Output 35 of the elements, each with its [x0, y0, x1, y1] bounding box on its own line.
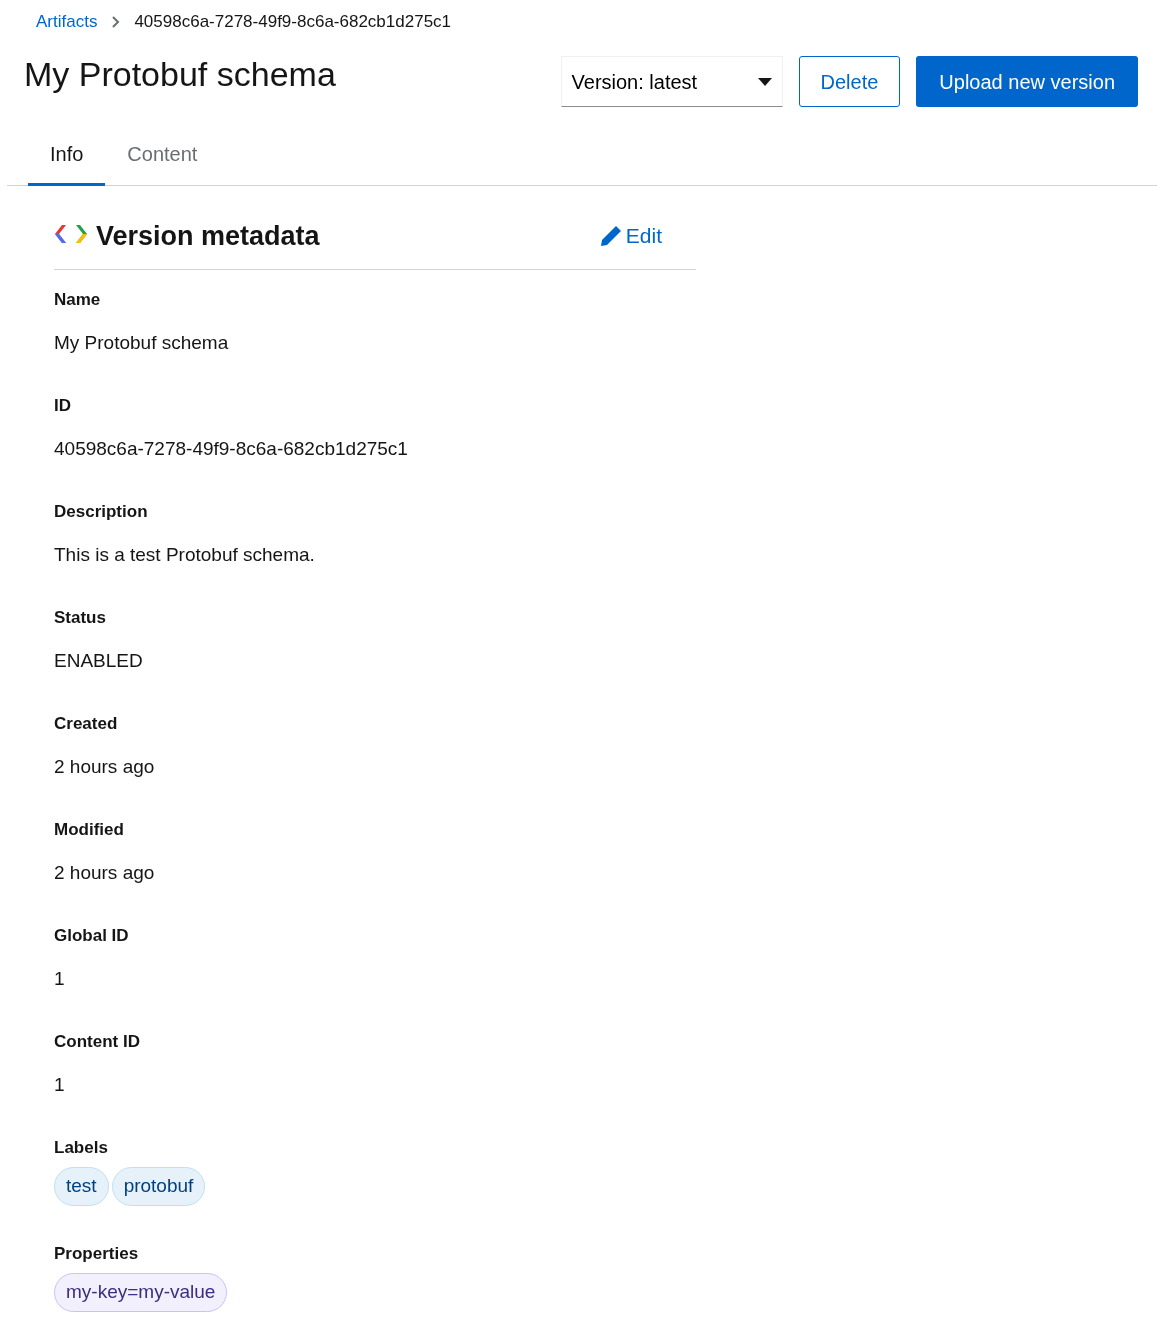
pencil-icon — [599, 224, 622, 247]
page-title: My Protobuf schema — [24, 54, 337, 95]
tab[interactable]: Info — [28, 131, 106, 186]
field-label: Description — [54, 501, 149, 523]
breadcrumb-current: 40598c6a-7278-49f9-8c6a-682cb1d275c1 — [134, 11, 452, 34]
code-brackets-icon — [54, 224, 88, 244]
label-chip: protobuf — [111, 1167, 206, 1206]
edit-link[interactable]: Edit — [599, 220, 662, 252]
field-value: 2 hours ago — [54, 755, 156, 779]
upload-button[interactable]: Upload new version — [916, 56, 1138, 107]
field-label: Labels — [54, 1137, 109, 1159]
field-value: 40598c6a-7278-49f9-8c6a-682cb1d275c1 — [54, 437, 409, 461]
section-title: Version metadata — [96, 220, 321, 253]
property-chip: my-key=my-value — [54, 1273, 228, 1312]
label-chip: test — [54, 1167, 109, 1206]
field-label: Properties — [54, 1243, 140, 1265]
breadcrumb-link[interactable]: Artifacts — [36, 9, 98, 35]
field-label: Created — [54, 713, 119, 735]
field-label: Modified — [54, 819, 125, 841]
field-label: Global ID — [54, 925, 130, 947]
field-value: 1 — [54, 967, 66, 991]
field-label: ID — [54, 395, 72, 417]
field-label: Status — [54, 607, 107, 629]
field-value: 1 — [54, 1073, 66, 1097]
caret-icon — [757, 77, 772, 86]
field-value: This is a test Protobuf schema. — [54, 543, 316, 567]
version-dropdown[interactable]: Version: latest — [560, 56, 783, 107]
field-value: ENABLED — [54, 649, 144, 673]
field-label: Content ID — [54, 1031, 141, 1053]
field-value: My Protobuf schema — [54, 331, 230, 355]
chevron-icon — [111, 16, 121, 28]
tab[interactable]: Content — [105, 131, 220, 186]
field-label: Name — [54, 289, 102, 311]
field-value: 2 hours ago — [54, 861, 156, 885]
delete-button[interactable]: Delete — [798, 56, 901, 107]
